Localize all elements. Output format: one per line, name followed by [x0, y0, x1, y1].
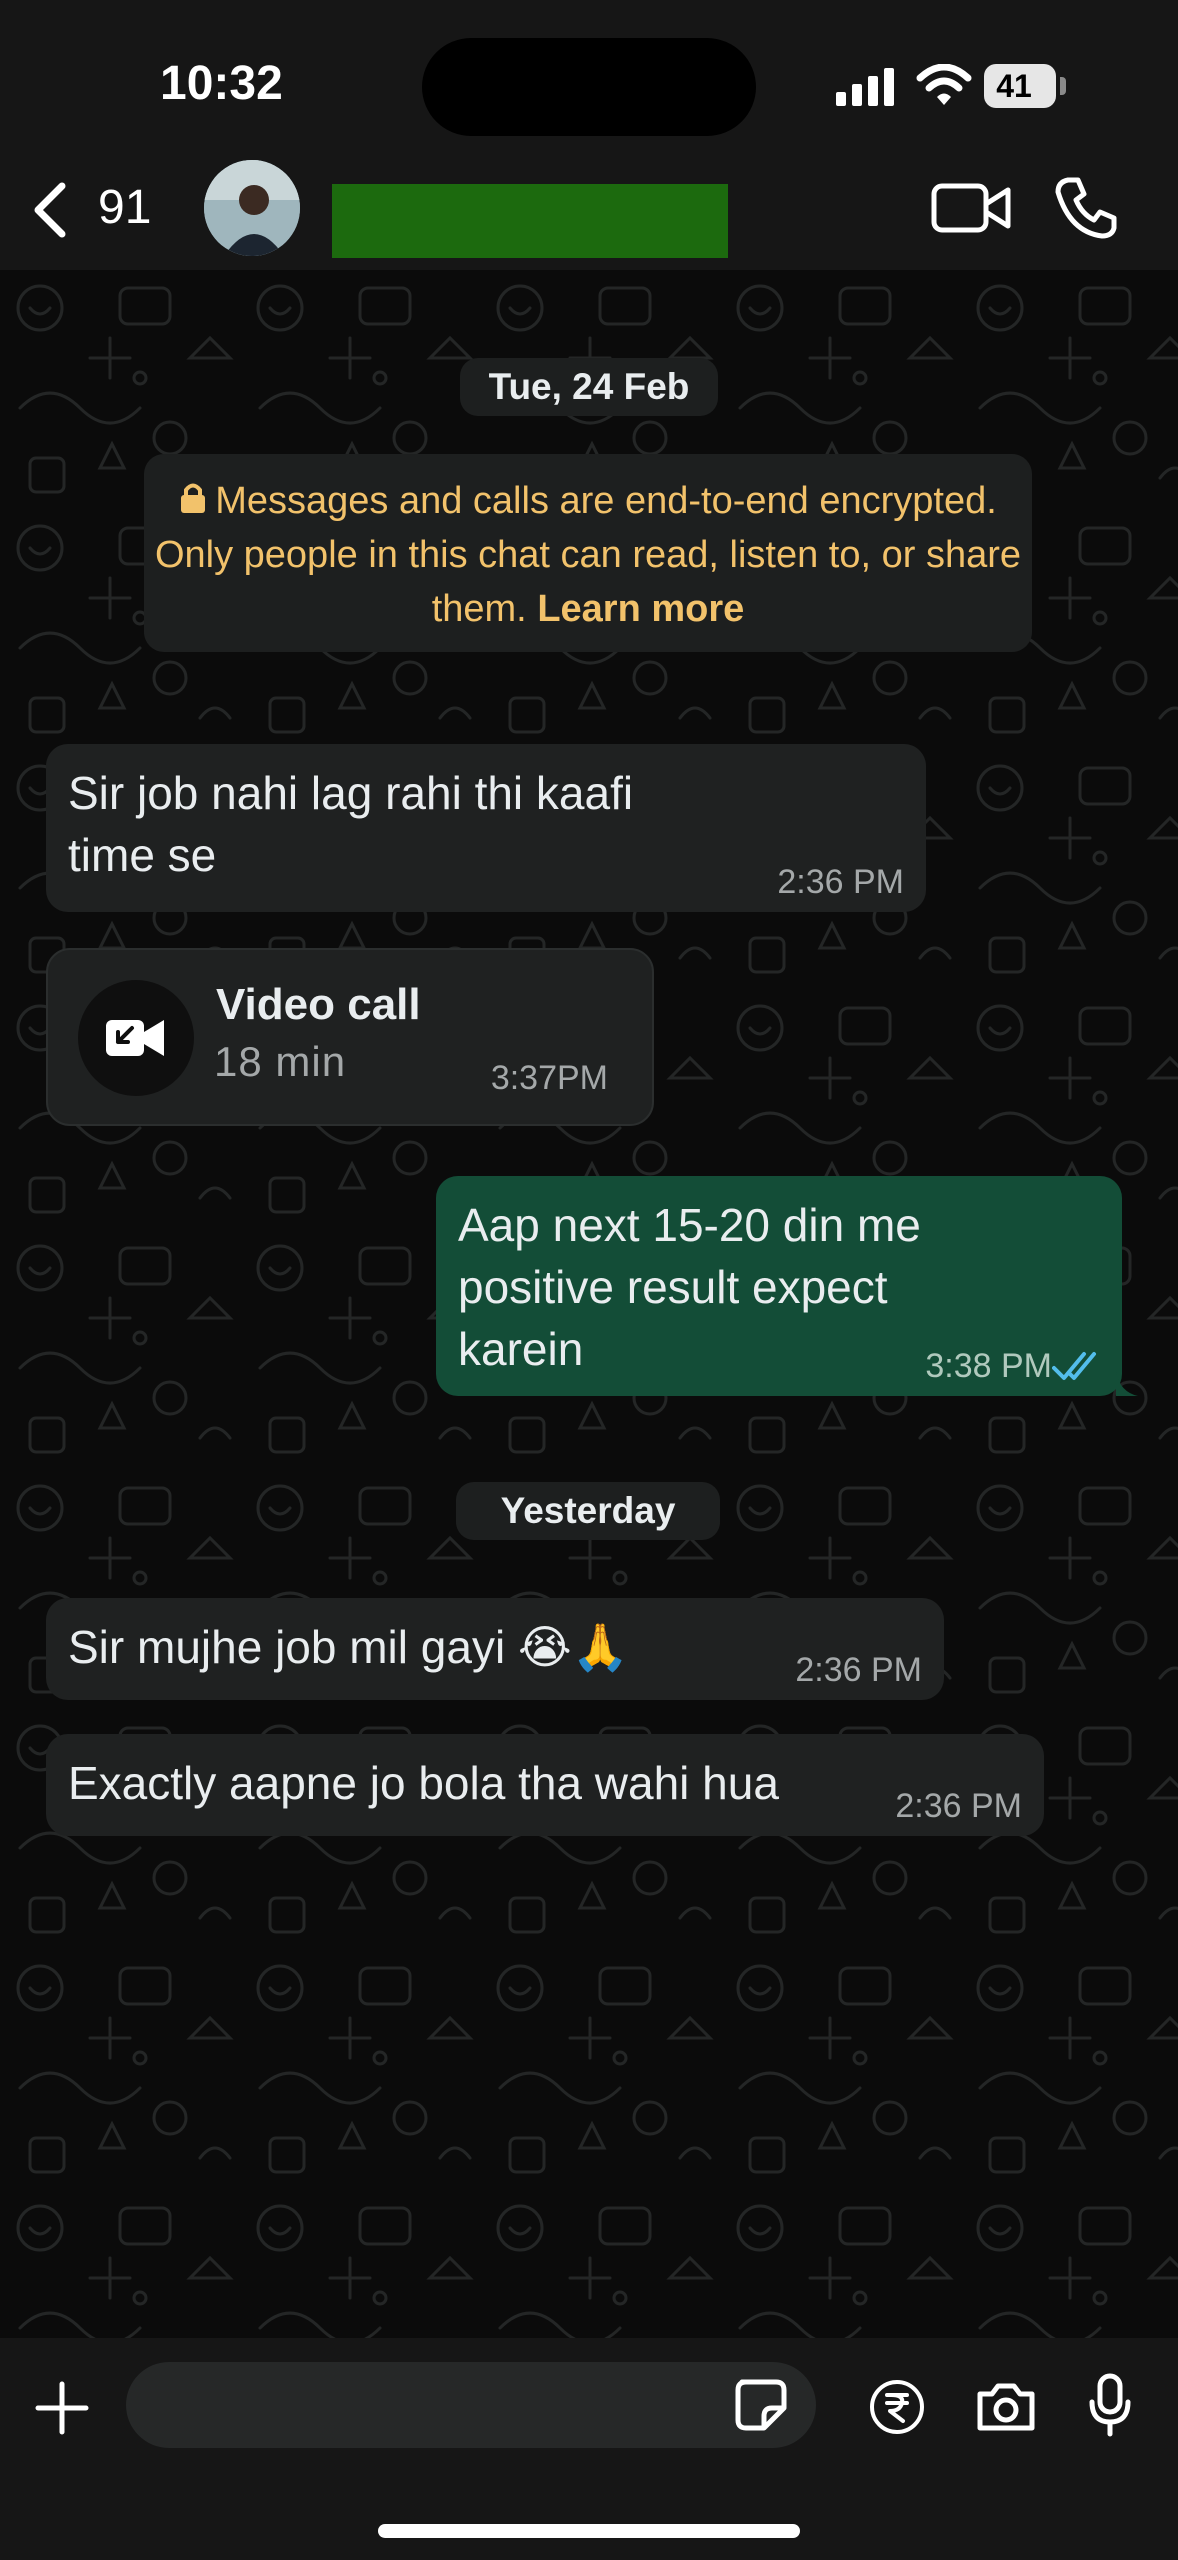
rupee-icon[interactable]: [868, 2378, 926, 2436]
status-bar: 10:32 41: [0, 0, 1178, 150]
status-time: 10:32: [160, 57, 283, 110]
microphone-icon[interactable]: [1086, 2372, 1134, 2438]
phone-icon[interactable]: [1054, 174, 1118, 240]
lock-icon: [181, 483, 206, 513]
message-line: Aap next 15-20 din me: [458, 1199, 921, 1251]
call-icon-circle: [78, 980, 194, 1096]
message-time: 3:38 PM: [925, 1347, 1052, 1385]
double-check-icon: [1052, 1352, 1096, 1380]
contact-name-redacted[interactable]: [332, 184, 728, 258]
message-time: 2:36 PM: [777, 863, 904, 901]
date-chip: Yesterday: [456, 1482, 720, 1540]
encryption-notice-body: Messages and calls are end-to-end encryp…: [144, 454, 1032, 636]
video-camera-icon[interactable]: [930, 178, 1014, 238]
contact-avatar[interactable]: [204, 160, 300, 256]
outgoing-message[interactable]: Aap next 15-20 din me positive result ex…: [436, 1176, 1122, 1396]
message-time: 3:37PM: [490, 1059, 608, 1097]
battery-icon: 41: [984, 64, 1056, 108]
home-indicator[interactable]: [378, 2524, 800, 2538]
message-text: Sir job nahi lag rahi thi kaafi time se: [68, 762, 633, 886]
back-chevron-icon[interactable]: [30, 180, 70, 240]
battery-nub: [1060, 77, 1066, 95]
message-text: Sir mujhe job mil gayi 😭🙏: [68, 1621, 629, 1673]
date-chip: Tue, 24 Feb: [460, 358, 718, 416]
bubble-tail: [1116, 1372, 1138, 1396]
chat-header: 91: [0, 150, 1178, 270]
message-text: Exactly aapne jo bola tha wahi hua: [68, 1757, 779, 1809]
battery-level: 41: [996, 68, 1032, 104]
sticker-icon[interactable]: [734, 2378, 788, 2432]
incoming-video-call-icon: [106, 1020, 164, 1056]
message-time: 2:36 PM: [895, 1787, 1022, 1825]
message-line: karein: [458, 1323, 584, 1375]
chat-screen: 10:32 41 91 Tue, 24 Feb Messages and cal…: [0, 0, 1178, 2560]
cellular-signal-icon: [836, 66, 896, 106]
incoming-message[interactable]: Sir mujhe job mil gayi 😭🙏 2:36 PM: [46, 1598, 944, 1700]
incoming-message[interactable]: Sir job nahi lag rahi thi kaafi time se …: [46, 744, 926, 912]
learn-more-link[interactable]: Learn more: [537, 588, 744, 630]
message-line: time se: [68, 829, 217, 881]
camera-icon[interactable]: [974, 2380, 1038, 2434]
dynamic-island: [422, 38, 756, 136]
video-call-message[interactable]: Video call 18 min 3:37PM: [46, 948, 654, 1126]
call-title: Video call: [216, 980, 421, 1029]
wifi-icon: [916, 64, 972, 105]
message-input[interactable]: [126, 2362, 816, 2448]
plus-icon[interactable]: [34, 2380, 90, 2436]
unread-count[interactable]: 91: [98, 180, 151, 235]
incoming-message[interactable]: Exactly aapne jo bola tha wahi hua 2:36 …: [46, 1734, 1044, 1836]
message-text: Aap next 15-20 din me positive result ex…: [458, 1194, 921, 1380]
message-time: 2:36 PM: [795, 1651, 922, 1689]
encryption-notice[interactable]: Messages and calls are end-to-end encryp…: [144, 454, 1032, 652]
message-line: positive result expect: [458, 1261, 888, 1313]
message-line: Sir job nahi lag rahi thi kaafi: [68, 767, 634, 819]
call-duration: 18 min: [214, 1038, 347, 1085]
